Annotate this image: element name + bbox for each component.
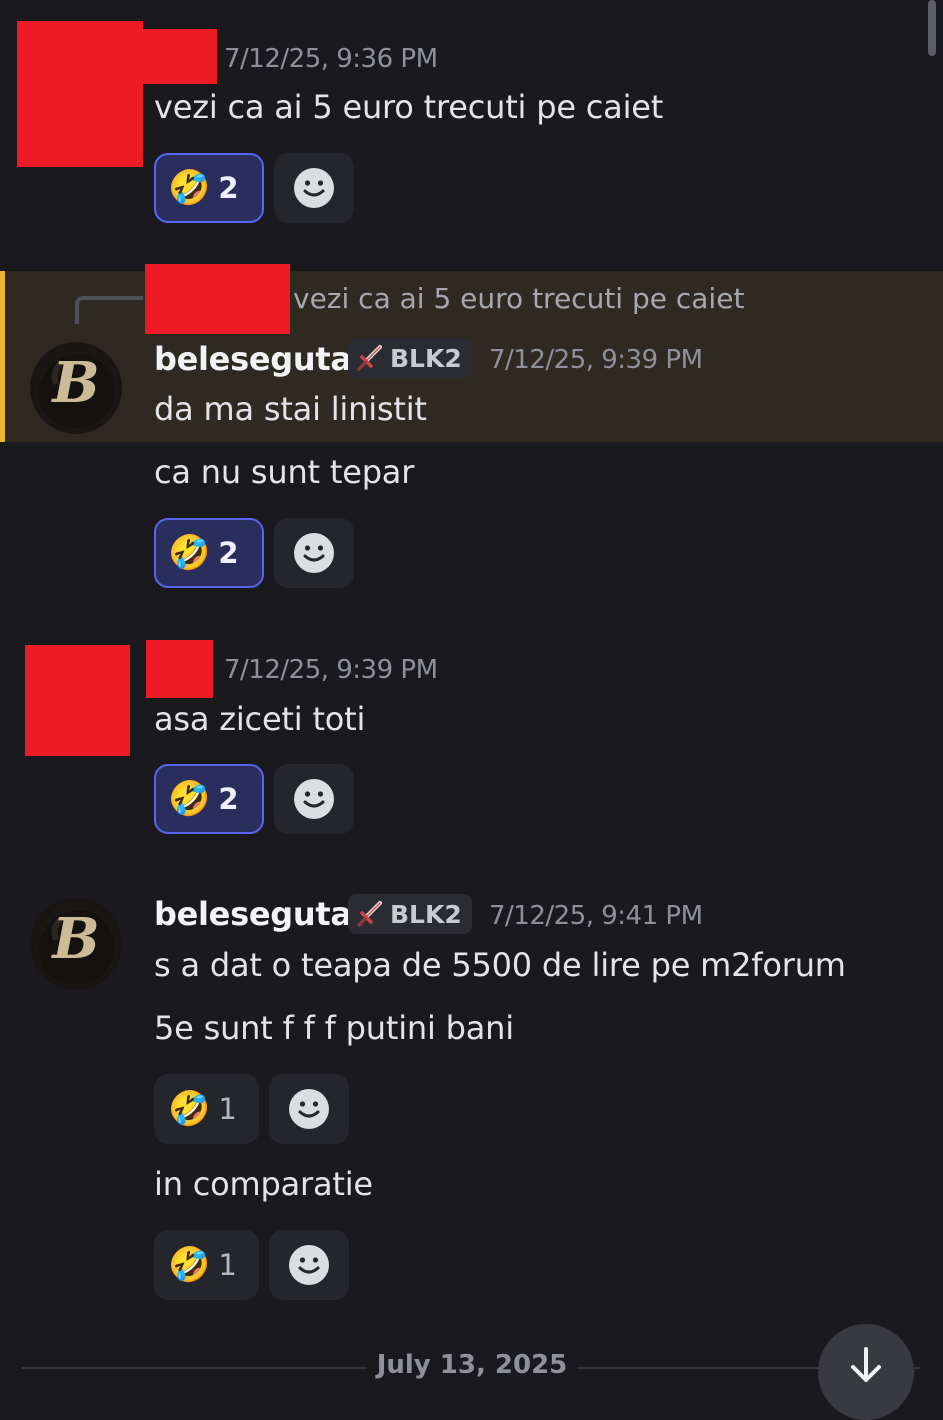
add-reaction-button[interactable] xyxy=(274,518,354,588)
sword-icon xyxy=(357,345,382,371)
avatar[interactable]: B xyxy=(30,898,122,990)
reaction-count: 2 xyxy=(218,536,239,570)
jump-to-present-button[interactable] xyxy=(818,1324,914,1420)
message-text: da ma stai linistit xyxy=(154,390,427,428)
message-text: asa ziceti toti xyxy=(154,700,366,738)
avatar-letter: B xyxy=(52,350,100,416)
add-reaction-button[interactable] xyxy=(269,1230,349,1300)
reaction-count: 2 xyxy=(218,171,239,205)
scrollbar-thumb[interactable] xyxy=(928,0,936,56)
rofl-emoji-icon: 🤣 xyxy=(168,1089,211,1129)
reaction-button[interactable]: 🤣 2 xyxy=(154,764,264,834)
redacted-username xyxy=(146,640,213,698)
message-timestamp: 7/12/25, 9:39 PM xyxy=(489,345,703,375)
message-text: 5e sunt f f f putini bani xyxy=(154,1009,514,1047)
reply-connector xyxy=(75,296,143,324)
add-reaction-button[interactable] xyxy=(274,764,354,834)
username[interactable]: beleseguta xyxy=(154,340,352,378)
add-reaction-button[interactable] xyxy=(269,1074,349,1144)
avatar[interactable]: B xyxy=(30,342,122,434)
reaction-button[interactable]: 🤣 2 xyxy=(154,153,264,223)
rofl-emoji-icon: 🤣 xyxy=(168,168,211,208)
add-reaction-button[interactable] xyxy=(274,153,354,223)
smiley-add-reaction-icon xyxy=(294,533,334,573)
message-text: vezi ca ai 5 euro trecuti pe caiet xyxy=(154,88,664,126)
reaction-count: 2 xyxy=(218,782,239,816)
message-timestamp: 7/12/25, 9:39 PM xyxy=(224,655,438,685)
reaction-count: 1 xyxy=(218,1248,237,1282)
role-tag[interactable]: BLK2 xyxy=(348,338,472,378)
rofl-emoji-icon: 🤣 xyxy=(168,1245,211,1285)
smiley-add-reaction-icon xyxy=(289,1089,329,1129)
role-tag[interactable]: BLK2 xyxy=(348,894,472,934)
reaction-count: 1 xyxy=(218,1092,237,1126)
arrow-down-icon xyxy=(851,1347,881,1382)
smiley-add-reaction-icon xyxy=(289,1245,329,1285)
reaction-button[interactable]: 🤣 1 xyxy=(154,1230,259,1300)
sword-icon xyxy=(357,901,382,927)
smiley-add-reaction-icon xyxy=(294,168,334,208)
reaction-button[interactable]: 🤣 2 xyxy=(154,518,264,588)
redacted-avatar xyxy=(25,645,130,756)
message-text: s a dat o teapa de 5500 de lire pe m2for… xyxy=(154,946,846,984)
redacted-reply-author xyxy=(145,264,290,334)
rofl-emoji-icon: 🤣 xyxy=(168,533,211,573)
reply-preview[interactable]: vezi ca ai 5 euro trecuti pe caiet xyxy=(293,282,744,315)
smiley-add-reaction-icon xyxy=(294,779,334,819)
date-divider-line xyxy=(22,1367,367,1369)
mention-highlight-bar xyxy=(0,271,5,442)
role-tag-label: BLK2 xyxy=(390,899,462,929)
username[interactable]: beleseguta xyxy=(154,895,352,933)
avatar-letter: B xyxy=(52,906,100,972)
message-timestamp: 7/12/25, 9:36 PM xyxy=(224,44,438,74)
role-tag-label: BLK2 xyxy=(390,343,462,373)
rofl-emoji-icon: 🤣 xyxy=(168,779,211,819)
message-text: in comparatie xyxy=(154,1165,373,1203)
redacted-username xyxy=(143,29,217,84)
message-timestamp: 7/12/25, 9:41 PM xyxy=(489,901,703,931)
reaction-button[interactable]: 🤣 1 xyxy=(154,1074,259,1144)
redacted-avatar xyxy=(17,21,143,167)
date-divider: July 13, 2025 xyxy=(376,1350,568,1380)
message-text: ca nu sunt tepar xyxy=(154,453,415,491)
